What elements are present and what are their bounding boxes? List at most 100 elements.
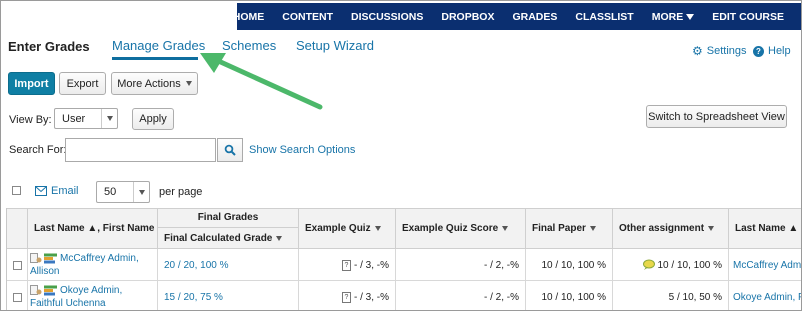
search-button[interactable] — [217, 138, 243, 162]
header-name-repeat[interactable]: Last Name ▲ — [729, 208, 801, 249]
chevron-down-icon — [276, 235, 283, 241]
other-assignment-cell: 10 / 10, 100 % — [613, 249, 729, 281]
view-by-label: View By: — [9, 114, 52, 126]
page-title: Enter Grades — [8, 39, 90, 54]
nav-classlist[interactable]: CLASSLIST — [566, 3, 642, 30]
header-example-quiz-label: Example Quiz — [305, 223, 371, 234]
chevron-down-icon — [589, 226, 596, 231]
header-final-calc-label: Final Calculated Grade — [164, 232, 273, 244]
nav-more-label: MORE — [651, 10, 684, 23]
grade-bars-icon[interactable] — [44, 253, 58, 264]
per-page-label: per page — [159, 186, 203, 198]
example-quiz-score-cell: - / 2, -% — [396, 281, 526, 310]
apply-button[interactable]: Apply — [132, 108, 174, 130]
help-link[interactable]: ? Help — [753, 45, 791, 57]
help-label: Help — [768, 45, 791, 57]
header-other-assignment[interactable]: Other assignment — [613, 208, 729, 249]
email-icon[interactable] — [35, 186, 47, 196]
nav-content[interactable]: CONTENT — [273, 3, 342, 30]
chevron-down-icon — [101, 109, 117, 128]
example-quiz-score-cell: - / 2, -% — [396, 249, 526, 281]
nav-discussions[interactable]: DISCUSSIONS — [342, 3, 432, 30]
grade-bars-icon[interactable] — [44, 285, 58, 296]
export-button[interactable]: Export — [59, 72, 106, 95]
final-calculated-grade-cell[interactable]: 15 / 20, 75 % — [158, 281, 299, 310]
user-profile-icon[interactable] — [30, 285, 42, 296]
chevron-down-icon — [133, 182, 149, 202]
header-example-quiz-score[interactable]: Example Quiz Score — [396, 208, 526, 249]
table-row: Okoye Admin, Faithful Uchenna 15 / 20, 7… — [7, 281, 801, 310]
row-checkbox-cell — [7, 281, 28, 310]
student-name-repeat[interactable]: Okoye Admin, F — [729, 281, 801, 310]
grades-page: COURSE HOME CONTENT DISCUSSIONS DROPBOX … — [0, 0, 802, 311]
view-by-select[interactable]: User — [54, 108, 118, 129]
student-name-link[interactable]: Okoye Admin, — [60, 284, 122, 297]
row-checkbox[interactable] — [12, 260, 22, 270]
row-checkbox-cell — [7, 249, 28, 281]
gear-icon: ⚙ — [692, 43, 703, 58]
view-by-value: User — [62, 112, 86, 125]
comment-icon[interactable] — [642, 259, 656, 271]
row-checkbox[interactable] — [12, 292, 22, 302]
example-quiz-cell: ? - / 3, -% — [299, 249, 396, 281]
header-example-quiz[interactable]: Example Quiz — [299, 208, 396, 249]
other-assignment-value: 10 / 10, 100 % — [657, 259, 723, 271]
student-first-name[interactable]: Allison — [30, 265, 139, 278]
chevron-down-icon — [502, 226, 509, 231]
chevron-down-icon — [708, 226, 715, 231]
select-all-checkbox[interactable] — [12, 186, 21, 195]
help-icon: ? — [753, 45, 764, 57]
header-example-quiz-score-label: Example Quiz Score — [402, 223, 499, 234]
example-quiz-value: - / 3, -% — [353, 291, 389, 303]
final-paper-cell: 10 / 10, 100 % — [526, 281, 613, 310]
search-for-label: Search For: — [9, 144, 67, 156]
final-paper-cell: 10 / 10, 100 % — [526, 249, 613, 281]
per-page-select[interactable]: 50 — [96, 181, 150, 203]
switch-spreadsheet-view-button[interactable]: Switch to Spreadsheet View — [646, 105, 787, 128]
more-actions-label: More Actions — [117, 77, 181, 90]
user-profile-icon[interactable] — [30, 253, 42, 264]
per-page-value: 50 — [104, 186, 117, 198]
header-name-label: Last Name ▲, First Name — [34, 223, 155, 234]
header-final-grades-group: Final Grades — [158, 208, 299, 228]
course-navbar: COURSE HOME CONTENT DISCUSSIONS DROPBOX … — [185, 3, 801, 30]
student-name-link[interactable]: McCaffrey Admin, — [60, 252, 139, 265]
student-name-cell: McCaffrey Admin, Allison — [28, 249, 158, 281]
annotation-arrow — [200, 53, 323, 110]
header-other-assignment-label: Other assignment — [619, 223, 705, 234]
nav-more[interactable]: MORE — [643, 3, 704, 30]
active-tab-indicator — [112, 57, 198, 60]
quiz-icon[interactable]: ? — [341, 259, 351, 271]
settings-link[interactable]: ⚙ Settings — [692, 43, 747, 58]
chevron-down-icon — [374, 226, 381, 231]
header-name-repeat-label: Last Name ▲ — [735, 223, 799, 234]
search-input[interactable] — [65, 138, 216, 162]
student-name-cell: Okoye Admin, Faithful Uchenna — [28, 281, 158, 310]
student-name-repeat[interactable]: McCaffrey Admi — [729, 249, 801, 281]
show-search-options-link[interactable]: Show Search Options — [249, 144, 355, 156]
student-first-name[interactable]: Faithful Uchenna — [30, 297, 122, 310]
example-quiz-value: - / 3, -% — [353, 259, 389, 271]
other-assignment-cell: 5 / 10, 50 % — [613, 281, 729, 310]
header-final-calculated-grade[interactable]: Final Calculated Grade — [158, 227, 299, 249]
header-name[interactable]: Last Name ▲, First Name — [28, 208, 158, 249]
nav-course-home[interactable]: COURSE HOME — [176, 3, 273, 30]
example-quiz-cell: ? - / 3, -% — [299, 281, 396, 310]
table-row: McCaffrey Admin, Allison 20 / 20, 100 % … — [7, 249, 801, 281]
search-icon — [224, 144, 236, 156]
nav-edit-course[interactable]: EDIT COURSE — [703, 3, 793, 30]
import-button[interactable]: Import — [8, 72, 55, 95]
final-calculated-grade-cell[interactable]: 20 / 20, 100 % — [158, 249, 299, 281]
email-link[interactable]: Email — [51, 185, 79, 197]
quiz-icon[interactable]: ? — [341, 291, 351, 303]
nav-dropbox[interactable]: DROPBOX — [432, 3, 503, 30]
chevron-down-icon — [185, 81, 192, 86]
tab-manage-grades[interactable]: Manage Grades — [112, 38, 205, 53]
header-final-paper[interactable]: Final Paper — [526, 208, 613, 249]
nav-grades[interactable]: GRADES — [503, 3, 566, 30]
grades-table: Last Name ▲, First Name Final Grades Fin… — [6, 208, 801, 310]
header-checkbox-cell — [7, 208, 28, 249]
header-final-paper-label: Final Paper — [532, 223, 586, 234]
more-actions-button[interactable]: More Actions — [111, 72, 198, 95]
chevron-down-icon — [686, 13, 695, 20]
